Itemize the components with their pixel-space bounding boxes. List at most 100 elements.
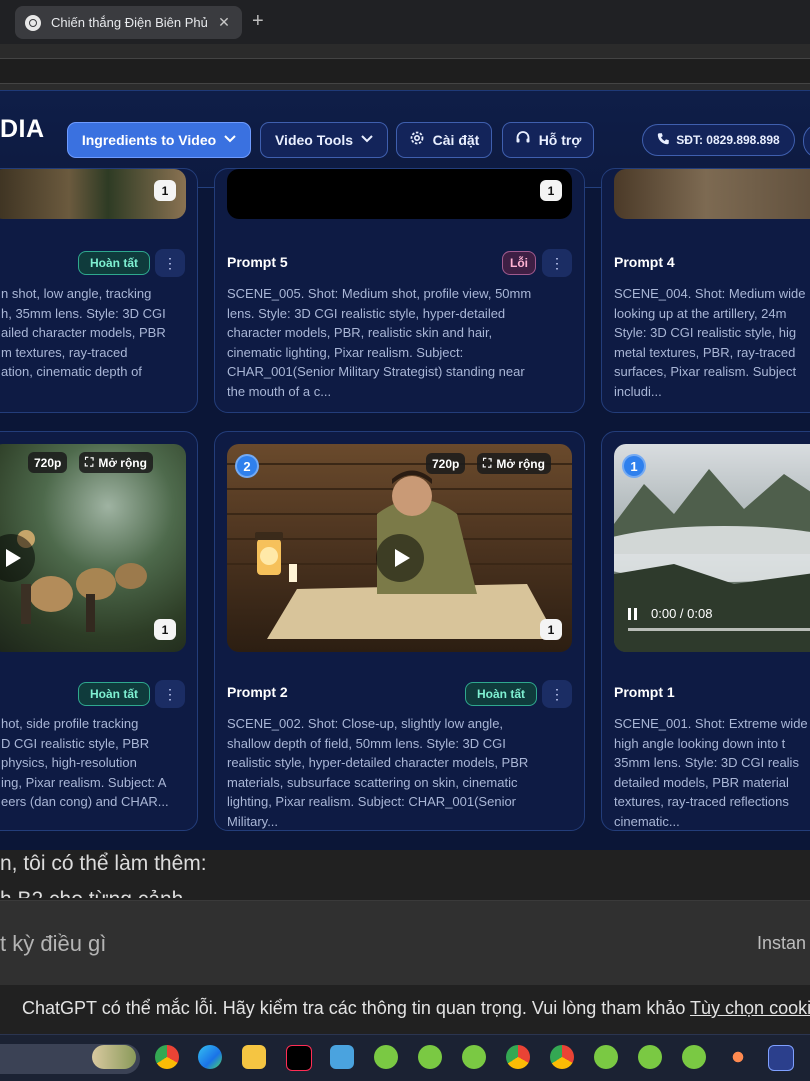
notepad-icon[interactable] (330, 1045, 354, 1069)
prompt-card[interactable]: 720p ⛶ Mở rộng 1 Hoàn tất ⋮ hot, side pr… (0, 431, 198, 831)
chrome-icon[interactable] (155, 1045, 179, 1069)
tab-title: Chiến thắng Điện Biên Phủ (51, 15, 208, 30)
expand-button[interactable]: ⛶ Mở rộng (477, 453, 551, 474)
progress-bar[interactable] (628, 628, 810, 631)
app-shortcut-icon[interactable] (418, 1045, 442, 1069)
video-controls: 0:00 / 0:08 (628, 606, 712, 621)
count-badge: 1 (540, 180, 562, 201)
cookie-options-link[interactable]: Tùy chọn cookie (690, 998, 810, 1018)
headset-icon (515, 130, 531, 150)
video-thumbnail[interactable]: 1 (0, 169, 186, 219)
video-thumbnail[interactable]: 1 0:00 / 0:08 (614, 444, 810, 652)
disclaimer: ChatGPT có thể mắc lỗi. Hãy kiểm tra các… (22, 998, 810, 1019)
quality-chip[interactable]: 720p (426, 453, 466, 474)
prompt-card[interactable]: Prompt 4 SCENE_004. Shot: Medium wide lo… (601, 168, 810, 413)
taskbar (0, 1034, 810, 1081)
new-tab-button[interactable]: + (252, 10, 264, 33)
chat-composer[interactable]: t kỳ điều gì Instan (0, 900, 810, 985)
video-thumbnail[interactable]: 720p ⛶ Mở rộng 1 (0, 444, 186, 652)
disclaimer-text: ChatGPT có thể mắc lỗi. Hãy kiểm tra các… (22, 998, 691, 1018)
address-bar[interactable] (0, 58, 810, 84)
more-options-icon[interactable]: ⋮ (542, 249, 572, 277)
count-badge: 1 (154, 180, 176, 201)
file-explorer-icon[interactable] (242, 1045, 266, 1069)
nav-label: Cài đặt (432, 132, 480, 148)
more-options-icon[interactable]: ⋮ (155, 249, 185, 277)
play-button[interactable] (376, 534, 424, 582)
browser-tab[interactable]: Chiến thắng Điện Biên Phủ ✕ (15, 6, 242, 39)
settings-button[interactable]: Cài đặt (396, 122, 492, 158)
app-shortcut-icon[interactable] (374, 1045, 398, 1069)
status-badge: Lỗi (502, 251, 536, 275)
prompt-card[interactable]: 1 0:00 / 0:08 Prompt 1 SCENE_001. Shot: … (601, 431, 810, 831)
phone-number: SĐT: 0829.898.898 (676, 133, 780, 147)
video-tools-button[interactable]: Video Tools (260, 122, 388, 158)
prompt-card[interactable]: 2 720p ⛶ Mở rộng 1 Prompt 2 Hoàn tất ⋮ S… (214, 431, 585, 831)
browser-tabbar: Chiến thắng Điện Biên Phủ ✕ + (0, 0, 810, 44)
app-shortcut-icon[interactable] (594, 1045, 618, 1069)
video-time: 0:00 / 0:08 (651, 606, 713, 621)
quality-chip[interactable]: 720p (28, 452, 68, 473)
ingredients-to-video-button[interactable]: Ingredients to Video (67, 122, 251, 158)
prompt-description: SCENE_004. Shot: Medium wide looking up … (614, 286, 806, 399)
prompt-description: n shot, low angle, tracking h, 35mm lens… (1, 286, 166, 379)
more-options-icon[interactable]: ⋮ (542, 680, 572, 708)
count-badge: 1 (154, 619, 176, 640)
phone-button[interactable]: SĐT: 0829.898.898 (642, 124, 795, 156)
expand-icon: ⛶ (483, 456, 492, 470)
vs-code-icon[interactable] (768, 1045, 794, 1071)
count-badge: 1 (540, 619, 562, 640)
pause-icon[interactable] (628, 607, 637, 620)
prompt-description: SCENE_005. Shot: Medium shot, profile vi… (227, 286, 532, 399)
weather-widget-icon[interactable] (92, 1045, 136, 1069)
prompt-description: SCENE_001. Shot: Extreme wide high angle… (614, 716, 808, 829)
nav-label: Video Tools (274, 132, 354, 148)
app-shortcut-icon[interactable] (638, 1045, 662, 1069)
chrome-profile-icon[interactable] (506, 1045, 530, 1069)
nav-label: Hỗ trợ (538, 132, 582, 148)
prompt-title: Prompt 1 (614, 684, 675, 700)
video-thumbnail[interactable] (614, 169, 810, 219)
app-shortcut-icon[interactable] (462, 1045, 486, 1069)
nav-label: Ingredients to Video (81, 132, 217, 148)
status-badge: Hoàn tất (78, 251, 150, 275)
version-badge: 1 (622, 454, 646, 478)
expand-label: Mở rộng (496, 456, 545, 471)
app-shortcut-icon[interactable] (682, 1045, 706, 1069)
video-app: DIA Ingredients to Video Video Tools Cài… (0, 90, 810, 851)
model-mode-selector[interactable]: Instan (757, 933, 806, 954)
close-tab-icon[interactable]: ✕ (216, 14, 232, 31)
phone-icon (657, 132, 670, 148)
version-badge: 2 (235, 454, 259, 478)
header-extra-button[interactable] (803, 124, 810, 158)
video-thumbnail[interactable]: 1 (227, 169, 572, 219)
app-logo: DIA (0, 115, 45, 143)
tiktok-icon[interactable] (286, 1045, 312, 1071)
more-options-icon[interactable]: ⋮ (155, 680, 185, 708)
gear-icon (409, 130, 425, 150)
status-badge: Hoàn tất (78, 682, 150, 706)
support-button[interactable]: Hỗ trợ (502, 122, 594, 158)
composer-placeholder[interactable]: t kỳ điều gì (0, 931, 106, 957)
expand-label: Mở rộng (98, 455, 147, 470)
prompt-title: Prompt 2 (227, 684, 288, 700)
prompt-description: SCENE_002. Shot: Close-up, slightly low … (227, 716, 529, 829)
prompt-grid: 1 Hoàn tất ⋮ n shot, low angle, tracking… (0, 168, 810, 851)
expand-button[interactable]: ⛶ Mở rộng (79, 452, 153, 473)
edge-icon[interactable] (198, 1045, 222, 1069)
prompt-card[interactable]: 1 Prompt 5 Lỗi ⋮ SCENE_005. Shot: Medium… (214, 168, 585, 413)
prompt-title: Prompt 4 (614, 254, 675, 270)
chevron-down-icon (361, 134, 373, 146)
browser-toolbar (0, 44, 810, 91)
prompt-description: hot, side profile tracking D CGI realist… (1, 716, 169, 809)
chevron-down-icon (224, 134, 236, 146)
status-badge: Hoàn tất (465, 682, 537, 706)
chatgpt-favicon-icon (25, 14, 41, 31)
prompt-title: Prompt 5 (227, 254, 288, 270)
prompt-card[interactable]: 1 Hoàn tất ⋮ n shot, low angle, tracking… (0, 168, 198, 413)
chat-message-line: h B2 cho từng cảnh (0, 888, 183, 898)
chrome-profile-icon[interactable] (550, 1045, 574, 1069)
expand-icon: ⛶ (85, 455, 94, 469)
claude-icon[interactable] (726, 1045, 750, 1069)
video-thumbnail[interactable]: 2 720p ⛶ Mở rộng 1 (227, 444, 572, 652)
